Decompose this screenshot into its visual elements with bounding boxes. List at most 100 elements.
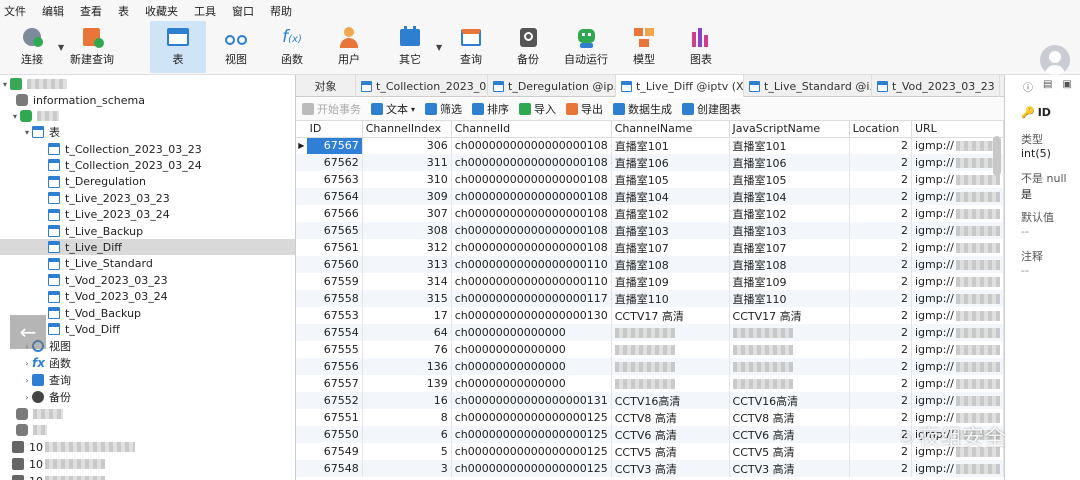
table-cell[interactable]: igmp:// xyxy=(911,324,1004,341)
table-cell[interactable]: 3 xyxy=(362,460,452,477)
table-cell[interactable]: CCTV6 高清 xyxy=(729,426,850,443)
function-button[interactable]: f(x) 函数 xyxy=(264,21,320,73)
table-cell[interactable]: 2 xyxy=(849,273,912,290)
query-button[interactable]: 查询 xyxy=(443,21,499,73)
table-cell[interactable]: 直播室101 xyxy=(611,137,730,154)
table-cell[interactable]: CCTV8 高清 xyxy=(729,409,850,426)
table-row[interactable]: 67550 6 ch00000000000000000125 CCTV6 高清 CCTV… xyxy=(296,426,1004,443)
table-cell[interactable]: 2 xyxy=(849,256,912,273)
column-header[interactable]: ChannelId xyxy=(451,121,612,138)
table-row[interactable]: 67556 136 ch00000000000000 2 igmp:// xyxy=(296,358,1004,375)
table-cell[interactable]: CCTV17 高清 xyxy=(729,307,850,324)
table-cell[interactable]: 67563 xyxy=(306,171,363,188)
table-cell[interactable]: 67567 xyxy=(306,137,363,154)
column-header[interactable]: URL xyxy=(911,121,1004,138)
table-cell[interactable]: ch00000000000000000117 xyxy=(451,290,612,307)
model-button[interactable]: 模型 xyxy=(616,21,672,73)
sort-button[interactable]: 排序 xyxy=(472,101,509,117)
table-row[interactable]: ▶ 67567 306 ch00000000000000000108 直播室101 直播室… xyxy=(296,137,1004,154)
table-row[interactable]: 67558 315 ch00000000000000000117 直播室110 直播室1… xyxy=(296,290,1004,307)
backup-button[interactable]: 备份 xyxy=(500,21,556,73)
table-cell[interactable]: 2 xyxy=(849,171,912,188)
table-cell[interactable]: 直播室104 xyxy=(729,188,850,205)
chevron-down-icon[interactable]: ▾ xyxy=(411,105,415,114)
table-row[interactable]: 67565 308 ch00000000000000000108 直播室103 直播室1… xyxy=(296,222,1004,239)
table-cell[interactable]: ch00000000000000000110 xyxy=(451,256,612,273)
table-cell[interactable]: 315 xyxy=(362,290,452,307)
table-row[interactable]: 67554 64 ch00000000000000 2 igmp:// xyxy=(296,324,1004,341)
tree-schema-information[interactable]: information_schema xyxy=(0,92,295,108)
table-cell[interactable]: 67557 xyxy=(306,375,363,392)
tree-table-item[interactable]: t_Live_Diff xyxy=(0,239,295,256)
table-cell[interactable]: ch00000000000000000108 xyxy=(451,205,612,222)
table-cell[interactable]: CCTV5 高清 xyxy=(611,443,730,460)
tree-table-item[interactable]: t_Deregulation xyxy=(0,174,295,190)
table-cell[interactable]: ch00000000000000000108 xyxy=(451,154,612,171)
data-gen-button[interactable]: 数据生成 xyxy=(613,101,672,117)
table-row[interactable]: 67561 312 ch00000000000000000108 直播室107 直播室1… xyxy=(296,239,1004,256)
table-cell[interactable]: 2 xyxy=(849,375,912,392)
table-cell[interactable] xyxy=(611,324,730,341)
other-dropdown-icon[interactable]: ▼ xyxy=(436,43,442,52)
table-cell[interactable]: 2 xyxy=(849,290,912,307)
table-row[interactable]: 67551 8 ch00000000000000000125 CCTV8 高清 CCTV… xyxy=(296,409,1004,426)
tree-tables-group[interactable]: ▾ 表 xyxy=(0,124,295,140)
table-cell[interactable]: 直播室109 xyxy=(611,273,730,290)
table-cell[interactable]: igmp:// xyxy=(911,392,1004,409)
table-cell[interactable]: igmp:// xyxy=(911,137,1004,154)
chevron-right-icon[interactable]: › xyxy=(22,376,32,385)
table-cell[interactable]: 直播室107 xyxy=(729,239,850,256)
table-cell[interactable]: ch00000000000000000108 xyxy=(451,188,612,205)
table-row[interactable]: 67563 310 ch00000000000000000108 直播室105 直播室1… xyxy=(296,171,1004,188)
table-cell[interactable]: ch00000000000000000108 xyxy=(451,239,612,256)
table-cell[interactable]: igmp:// xyxy=(911,460,1004,477)
table-cell[interactable]: 5 xyxy=(362,443,452,460)
view-button[interactable]: 视图 xyxy=(208,21,264,73)
table-cell[interactable]: 67558 xyxy=(306,290,363,307)
table-cell[interactable]: igmp:// xyxy=(911,205,1004,222)
table-cell[interactable] xyxy=(611,358,730,375)
tree-database-2[interactable] xyxy=(0,406,295,422)
table-cell[interactable] xyxy=(611,375,730,392)
table-cell[interactable]: 2 xyxy=(849,188,912,205)
table-cell[interactable]: ch00000000000000 xyxy=(451,341,612,358)
table-cell[interactable]: 直播室101 xyxy=(729,137,850,154)
table-cell[interactable]: igmp:// xyxy=(911,222,1004,239)
table-cell[interactable]: 直播室103 xyxy=(611,222,730,239)
table-cell[interactable]: CCTV16高清 xyxy=(729,392,850,409)
table-cell[interactable]: 直播室104 xyxy=(611,188,730,205)
table-cell[interactable]: 310 xyxy=(362,171,452,188)
export-button[interactable]: 导出 xyxy=(566,101,603,117)
table-cell[interactable]: 311 xyxy=(362,154,452,171)
table-cell[interactable]: CCTV3 高清 xyxy=(611,460,730,477)
transaction-button[interactable]: 开始事务 xyxy=(302,101,361,117)
table-cell[interactable]: 2 xyxy=(849,205,912,222)
table-cell[interactable]: ch00000000000000000108 xyxy=(451,222,612,239)
table-cell[interactable]: ch00000000000000000108 xyxy=(451,137,612,154)
table-cell[interactable]: 2 xyxy=(849,341,912,358)
table-cell[interactable] xyxy=(611,341,730,358)
menu-help[interactable]: 帮助 xyxy=(270,3,292,19)
table-cell[interactable]: CCTV17 高清 xyxy=(611,307,730,324)
table-cell[interactable]: 16 xyxy=(362,392,452,409)
chevron-right-icon[interactable]: › xyxy=(22,359,32,368)
tab-objects[interactable]: 对象 xyxy=(296,75,356,97)
table-cell[interactable]: 67564 xyxy=(306,188,363,205)
table-cell[interactable]: ch00000000000000000131 xyxy=(451,392,612,409)
table-cell[interactable]: ch00000000000000000125 xyxy=(451,460,612,477)
connect-button[interactable]: 连接 xyxy=(4,21,60,73)
table-cell[interactable]: 直播室109 xyxy=(729,273,850,290)
table-cell[interactable]: 306 xyxy=(362,137,452,154)
tree-functions-group[interactable]: › fx 函数 xyxy=(0,355,295,371)
table-cell[interactable]: igmp:// xyxy=(911,239,1004,256)
table-cell[interactable]: igmp:// xyxy=(911,154,1004,171)
tree-server-1[interactable]: 10 xyxy=(0,439,295,455)
table-cell[interactable]: CCTV5 高清 xyxy=(729,443,850,460)
table-cell[interactable]: 2 xyxy=(849,137,912,154)
table-cell[interactable]: 直播室102 xyxy=(611,205,730,222)
other-button[interactable]: 其它 xyxy=(382,21,438,73)
table-cell[interactable]: 307 xyxy=(362,205,452,222)
table-cell[interactable]: CCTV6 高清 xyxy=(611,426,730,443)
table-row[interactable]: 67553 17 ch00000000000000000130 CCTV17 高清 CC… xyxy=(296,307,1004,324)
table-cell[interactable]: 67555 xyxy=(306,341,363,358)
